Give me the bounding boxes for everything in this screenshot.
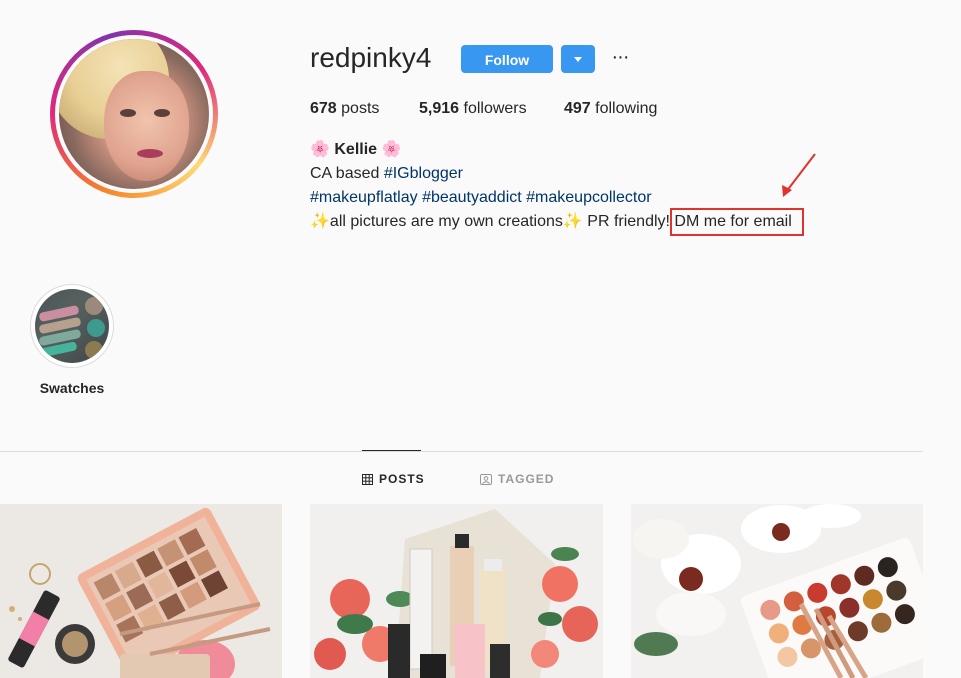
grid-icon [362, 473, 373, 485]
posts-count: 678 posts [310, 100, 379, 118]
tab-posts-label: POSTS [379, 472, 425, 486]
avatar-eye-left [120, 109, 136, 117]
post-image [631, 504, 923, 678]
post-image [0, 504, 282, 678]
tabs-divider [0, 451, 923, 452]
tagged-user-icon [480, 473, 492, 485]
flower-emoji-icon: 🌸 [381, 141, 402, 158]
sparkles-emoji-icon: ✨ [310, 213, 330, 230]
bio-text: all pictures are my own creations [329, 213, 563, 230]
posts-count-value: 678 [310, 100, 337, 117]
tab-posts[interactable]: POSTS [362, 472, 425, 486]
swatch-pan [85, 297, 103, 315]
hashtag-link[interactable]: #IGblogger [384, 165, 463, 182]
follow-button[interactable]: Follow [461, 45, 553, 73]
posts-count-label: posts [341, 100, 380, 117]
profile-username: redpinky4 [310, 42, 432, 73]
annotation-highlight-box [670, 208, 804, 236]
post-image [310, 504, 603, 678]
tab-tagged[interactable]: TAGGED [480, 472, 554, 486]
active-tab-indicator [362, 450, 421, 451]
avatar-photo [59, 39, 209, 189]
post-thumbnail[interactable] [0, 504, 282, 678]
swatch-pan [87, 319, 105, 337]
swatch-pan [85, 341, 103, 359]
avatar-lips [137, 149, 163, 158]
suggestions-dropdown-button[interactable] [561, 45, 595, 73]
more-options-icon[interactable]: ··· [608, 47, 632, 68]
bio-text: CA based [310, 165, 384, 182]
followers-count-value: 5,916 [419, 100, 460, 117]
profile-full-name: 🌸 Kellie 🌸 [310, 138, 401, 162]
following-count-value: 497 [564, 100, 591, 117]
following-count-label: following [595, 100, 658, 117]
bio-text: PR friendly! [582, 213, 675, 230]
following-count[interactable]: 497 following [564, 100, 657, 118]
avatar-face [104, 71, 189, 181]
annotation-arrow-icon [782, 153, 816, 197]
followers-count-label: followers [463, 100, 527, 117]
bio-line: CA based #IGblogger [310, 162, 463, 186]
flower-emoji-icon: 🌸 [310, 141, 330, 158]
post-thumbnail[interactable] [310, 504, 603, 678]
story-highlight[interactable] [30, 284, 114, 368]
tab-tagged-label: TAGGED [498, 472, 555, 486]
avatar-eye-right [154, 109, 170, 117]
sparkles-emoji-icon: ✨ [562, 213, 583, 230]
bio-hashtags[interactable]: #makeupflatlay #beautyaddict #makeupcoll… [310, 186, 652, 210]
profile-avatar[interactable] [50, 30, 218, 198]
post-thumbnail[interactable] [631, 504, 923, 678]
chevron-down-icon [574, 57, 582, 62]
full-name-text: Kellie [334, 141, 378, 158]
highlight-cover-image [35, 289, 109, 363]
followers-count[interactable]: 5,916 followers [419, 100, 527, 118]
highlight-label: Swatches [39, 380, 105, 396]
avatar-border [55, 35, 213, 193]
